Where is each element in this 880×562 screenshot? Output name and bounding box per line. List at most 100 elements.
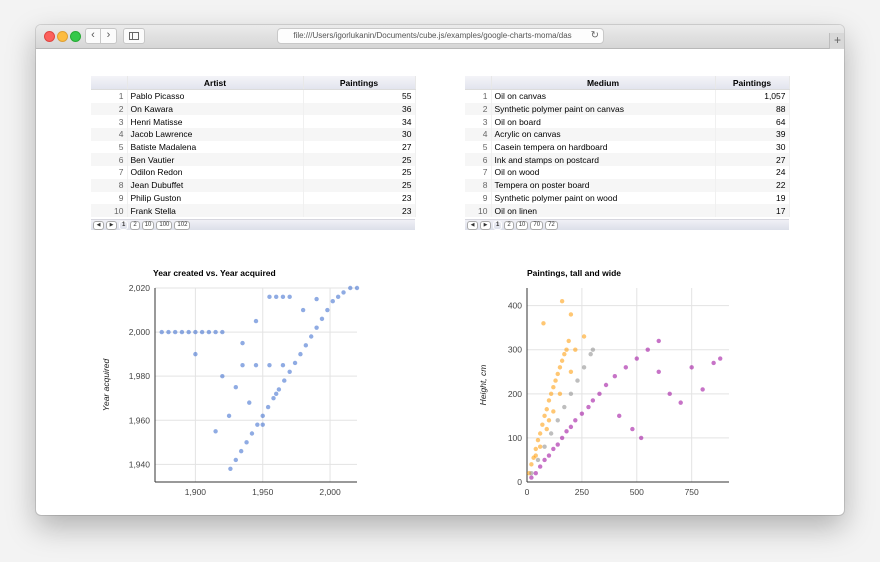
page-button[interactable]: 1 [493, 221, 503, 230]
data-point [529, 462, 534, 467]
column-header-medium[interactable]: Medium [491, 76, 716, 90]
column-header-paintings[interactable]: Paintings [303, 76, 416, 90]
next-page-icon[interactable]: ▶ [480, 221, 491, 230]
table-row[interactable]: 10 Frank Stella 23 [91, 204, 416, 217]
row-index: 10 [465, 204, 492, 217]
data-point [546, 418, 552, 423]
page-button[interactable]: 1 [119, 221, 129, 230]
prev-page-icon[interactable]: ◀ [467, 221, 478, 230]
data-point [220, 329, 225, 335]
page-button[interactable]: 102 [174, 221, 191, 230]
data-point [630, 426, 635, 432]
column-header-paintings[interactable]: Paintings [715, 76, 790, 90]
data-point [562, 404, 567, 410]
x-tick-label: 0 [525, 487, 530, 497]
page-button[interactable]: 10 [141, 221, 155, 230]
chevron-right-icon: › [106, 29, 111, 41]
data-point [718, 356, 723, 361]
data-point [159, 329, 164, 335]
data-point [533, 446, 538, 452]
table-row[interactable]: 2 On Kawara 36 [91, 102, 416, 116]
row-count: 25 [303, 153, 416, 167]
data-point [555, 371, 560, 377]
data-point [590, 398, 596, 403]
column-header-index[interactable] [91, 76, 128, 90]
column-header-artist[interactable]: Artist [127, 76, 304, 90]
address-bar[interactable]: file:///Users/igorlukanin/Documents/cube… [277, 28, 604, 44]
data-point [526, 470, 532, 476]
data-point [199, 329, 205, 335]
table-row[interactable]: 1 Oil on canvas 1,057 [465, 89, 790, 103]
new-tab-button[interactable]: + [829, 33, 844, 49]
page-button[interactable]: 10 [515, 221, 529, 230]
table-row[interactable]: 1 Pablo Picasso 55 [91, 89, 416, 103]
close-window-icon[interactable] [44, 31, 55, 42]
data-point [533, 470, 538, 476]
chevron-left-icon: ‹ [91, 29, 95, 41]
page-button[interactable]: 72 [545, 221, 558, 230]
forward-button[interactable]: › [101, 28, 117, 44]
x-tick-label: 1,900 [185, 487, 207, 497]
sidebar-toggle-button[interactable] [123, 28, 145, 44]
x-tick-label: 500 [630, 487, 644, 497]
data-point [566, 338, 571, 344]
data-point [612, 373, 618, 379]
row-count: 30 [303, 128, 416, 141]
table-row[interactable]: 6 Ink and stamps on postcard 27 [465, 153, 790, 167]
data-point [238, 448, 244, 454]
zoom-window-icon[interactable] [70, 31, 81, 42]
table-row[interactable]: 8 Jean Dubuffet 25 [91, 178, 416, 192]
prev-page-icon[interactable]: ◀ [93, 221, 104, 230]
data-point [544, 426, 549, 432]
row-count: 30 [715, 140, 790, 154]
table-row[interactable]: 9 Synthetic polymer paint on wood 19 [465, 191, 790, 205]
page-button[interactable]: 2 [504, 221, 514, 230]
data-point [265, 404, 271, 410]
table-row[interactable]: 3 Oil on board 64 [465, 115, 790, 129]
data-point [568, 312, 574, 317]
data-point [319, 316, 325, 322]
data-point [267, 294, 272, 300]
minimize-window-icon[interactable] [57, 31, 68, 42]
data-point [233, 385, 238, 390]
data-point [309, 334, 314, 339]
sidebar-icon [129, 32, 139, 40]
data-point [542, 444, 547, 449]
data-point [678, 400, 683, 405]
row-label: Jean Dubuffet [127, 178, 304, 192]
data-point [267, 362, 272, 368]
table-row[interactable]: 9 Philip Guston 23 [91, 191, 416, 205]
table-row[interactable]: 7 Oil on wood 24 [465, 166, 790, 179]
data-point [213, 329, 218, 335]
data-point [282, 378, 287, 383]
table-row[interactable]: 2 Synthetic polymer paint on canvas 88 [465, 102, 790, 116]
y-tick-label: 1,960 [129, 415, 151, 425]
data-point [623, 365, 629, 370]
page-button[interactable]: 2 [130, 221, 140, 230]
data-point [564, 429, 569, 434]
table-row[interactable]: 3 Henri Matisse 34 [91, 115, 416, 129]
table-row[interactable]: 5 Casein tempera on hardboard 30 [465, 140, 790, 154]
next-page-icon[interactable]: ▶ [106, 221, 117, 230]
data-point [274, 391, 279, 397]
row-index: 7 [465, 166, 492, 179]
data-point [531, 455, 536, 460]
table-row[interactable]: 6 Ben Vautier 25 [91, 153, 416, 167]
table-row[interactable]: 4 Acrylic on canvas 39 [465, 128, 790, 141]
data-point [562, 351, 567, 357]
table-row[interactable]: 10 Oil on linen 17 [465, 204, 790, 217]
page-button[interactable]: 70 [530, 221, 544, 230]
y-tick-label: 1,940 [129, 459, 151, 469]
column-header-index[interactable] [465, 76, 492, 90]
back-button[interactable]: ‹ [85, 28, 101, 44]
table-row[interactable]: 8 Tempera on poster board 22 [465, 178, 790, 192]
row-count: 1,057 [715, 89, 790, 103]
page-button[interactable]: 100 [156, 221, 173, 230]
y-tick-label: 400 [508, 301, 522, 311]
reload-icon[interactable]: ↻ [591, 29, 599, 43]
table-row[interactable]: 7 Odilon Redon 25 [91, 166, 416, 179]
table-row[interactable]: 5 Batiste Madalena 27 [91, 140, 416, 154]
data-point [546, 398, 552, 403]
y-tick-label: 2,020 [129, 283, 151, 293]
table-row[interactable]: 4 Jacob Lawrence 30 [91, 128, 416, 141]
